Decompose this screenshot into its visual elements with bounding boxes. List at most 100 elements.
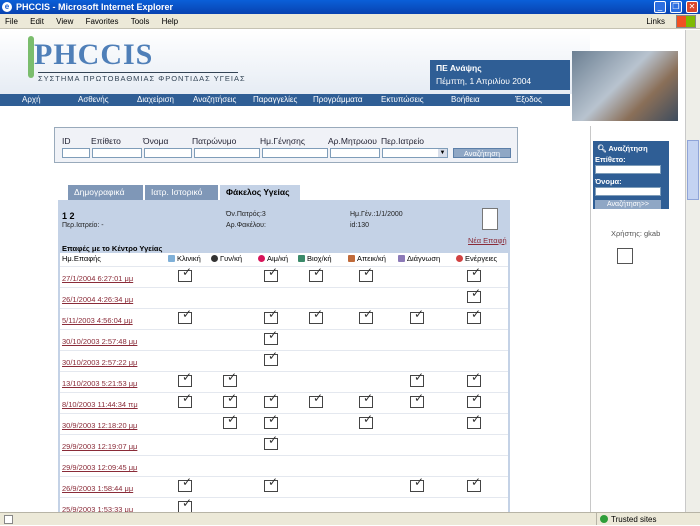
contact-date-link[interactable]: 5/11/2003 4:56:04 μμ: [62, 316, 133, 325]
checklist-icon[interactable]: [467, 307, 481, 324]
contact-date-link[interactable]: 26/1/2004 4:26:34 μμ: [62, 295, 133, 304]
new-document-icon[interactable]: [482, 208, 498, 230]
checklist-icon[interactable]: [410, 391, 424, 408]
label-id: ID: [62, 136, 71, 146]
contact-date-link[interactable]: 29/9/2003 12:19:07 μμ: [62, 442, 137, 451]
name-input[interactable]: [144, 148, 192, 158]
checklist-icon[interactable]: [467, 286, 481, 303]
checklist-icon[interactable]: [178, 475, 192, 492]
checklist-icon[interactable]: [264, 475, 278, 492]
checklist-icon[interactable]: [359, 412, 373, 429]
contact-date-link[interactable]: 26/9/2003 1:58:44 μμ: [62, 484, 133, 493]
scrollbar-thumb[interactable]: [687, 140, 699, 200]
checklist-icon[interactable]: [410, 307, 424, 324]
menu-help[interactable]: Help: [157, 14, 183, 29]
checklist-icon[interactable]: [467, 412, 481, 429]
checklist-icon[interactable]: [309, 265, 323, 282]
checklist-icon[interactable]: [223, 391, 237, 408]
table-row: 26/1/2004 4:26:34 μμ: [60, 286, 508, 307]
clinic-select[interactable]: ▼: [382, 148, 448, 158]
links-button[interactable]: Links: [641, 14, 670, 29]
contact-date-link[interactable]: 27/1/2004 6:27:01 μμ: [62, 274, 133, 283]
table-row: 13/10/2003 5:21:53 μμ: [60, 370, 508, 391]
id-input[interactable]: [62, 148, 90, 158]
search-button[interactable]: Αναζήτηση: [453, 148, 511, 158]
nav-searches[interactable]: Αναζητήσεις: [193, 94, 236, 106]
new-contact-link[interactable]: Νέα Επαφή: [468, 236, 507, 245]
label-patronymic: Πατρώνυμο: [192, 136, 237, 146]
test-tube-icon: [298, 255, 305, 262]
menu-favorites[interactable]: Favorites: [81, 14, 124, 29]
vertical-scrollbar[interactable]: [685, 30, 700, 512]
site-header: PHCCIS ΣΥΣΤΗΜΑ ΠΡΩΤΟΒΑΘΜΙΑΣ ΦΡΟΝΤΙΔΑΣ ΥΓ…: [0, 30, 590, 94]
contact-date-link[interactable]: 30/9/2003 12:18:20 μμ: [62, 421, 137, 430]
checklist-icon[interactable]: [309, 391, 323, 408]
tab-medical-history[interactable]: Ιατρ. Ιστορικό: [145, 185, 218, 200]
registry-input[interactable]: [330, 148, 380, 158]
checklist-icon[interactable]: [410, 475, 424, 492]
checklist-icon[interactable]: [178, 370, 192, 387]
nav-admin[interactable]: Διαχείριση: [137, 94, 174, 106]
user-edit-icon[interactable]: [617, 248, 633, 264]
tab-health-file[interactable]: Φάκελος Υγείας: [220, 185, 300, 200]
checklist-icon[interactable]: [264, 433, 278, 450]
quick-search-title-label: Αναζήτηση: [608, 144, 648, 153]
contact-date-link[interactable]: 30/10/2003 2:57:48 μμ: [62, 337, 137, 346]
checklist-icon[interactable]: [264, 349, 278, 366]
quick-name-input[interactable]: [595, 187, 661, 196]
patient-file-number: Αρ.Φακέλου:: [226, 222, 266, 229]
checklist-icon[interactable]: [264, 307, 278, 324]
checklist-icon[interactable]: [359, 265, 373, 282]
menu-tools[interactable]: Tools: [126, 14, 155, 29]
surname-input[interactable]: [92, 148, 142, 158]
contact-date-link[interactable]: 8/10/2003 11:44:34 πμ: [62, 400, 138, 409]
checklist-icon[interactable]: [467, 370, 481, 387]
nav-exit[interactable]: Έξοδος: [515, 94, 542, 106]
menu-view[interactable]: View: [51, 14, 78, 29]
header-date: Πέμπτη, 1 Απριλίου 2004: [436, 76, 532, 86]
imaging-icon: [348, 255, 355, 262]
tab-demographics[interactable]: Δημογραφικά: [68, 185, 143, 200]
checklist-icon[interactable]: [467, 265, 481, 282]
checklist-icon[interactable]: [359, 307, 373, 324]
checklist-icon[interactable]: [264, 391, 278, 408]
menu-file[interactable]: File: [0, 14, 23, 29]
checklist-icon[interactable]: [410, 370, 424, 387]
contact-date-link[interactable]: 29/9/2003 12:09:45 μμ: [62, 463, 137, 472]
patient-birthdate: Ημ.Γέν.:1/1/2000: [350, 211, 403, 218]
title-bar: e PHCCIS - Microsoft Internet Explorer: [0, 0, 700, 14]
quick-search-button[interactable]: Αναζήτηση>>: [595, 200, 661, 209]
nav-prints[interactable]: Εκτυπώσεις: [381, 94, 424, 106]
logo-divider: [38, 72, 238, 73]
checklist-icon[interactable]: [467, 391, 481, 408]
quick-surname-input[interactable]: [595, 165, 661, 174]
minimize-button[interactable]: _: [654, 1, 666, 13]
restore-button[interactable]: ❐: [670, 1, 682, 13]
header-hematology-label: Αιμ/κή: [267, 254, 288, 263]
nav-help[interactable]: Βοήθεια: [451, 94, 480, 106]
checklist-icon[interactable]: [264, 412, 278, 429]
menu-edit[interactable]: Edit: [25, 14, 49, 29]
checklist-icon[interactable]: [223, 370, 237, 387]
checklist-icon[interactable]: [359, 391, 373, 408]
checklist-icon[interactable]: [264, 265, 278, 282]
nav-home[interactable]: Αρχή: [22, 94, 41, 106]
contact-date-link[interactable]: 13/10/2003 5:21:53 μμ: [62, 379, 137, 388]
checklist-icon[interactable]: [264, 328, 278, 345]
header-gynecology: Γυν/κή: [211, 254, 242, 264]
nav-orders[interactable]: Παραγγελίες: [253, 94, 297, 106]
birthdate-input[interactable]: [262, 148, 328, 158]
checklist-icon[interactable]: [467, 475, 481, 492]
checklist-icon[interactable]: [178, 265, 192, 282]
contact-date-link[interactable]: 30/10/2003 2:57:22 μμ: [62, 358, 137, 367]
patronymic-input[interactable]: [194, 148, 260, 158]
table-row: 27/1/2004 6:27:01 μμ: [60, 265, 508, 286]
close-button[interactable]: ✕: [686, 1, 698, 13]
checklist-icon[interactable]: [223, 412, 237, 429]
checklist-icon[interactable]: [178, 307, 192, 324]
checklist-icon[interactable]: [309, 307, 323, 324]
header-diagnosis: Διάγνωση: [398, 254, 440, 264]
nav-programs[interactable]: Προγράμματα: [313, 94, 362, 106]
checklist-icon[interactable]: [178, 391, 192, 408]
nav-patient[interactable]: Ασθενής: [78, 94, 109, 106]
